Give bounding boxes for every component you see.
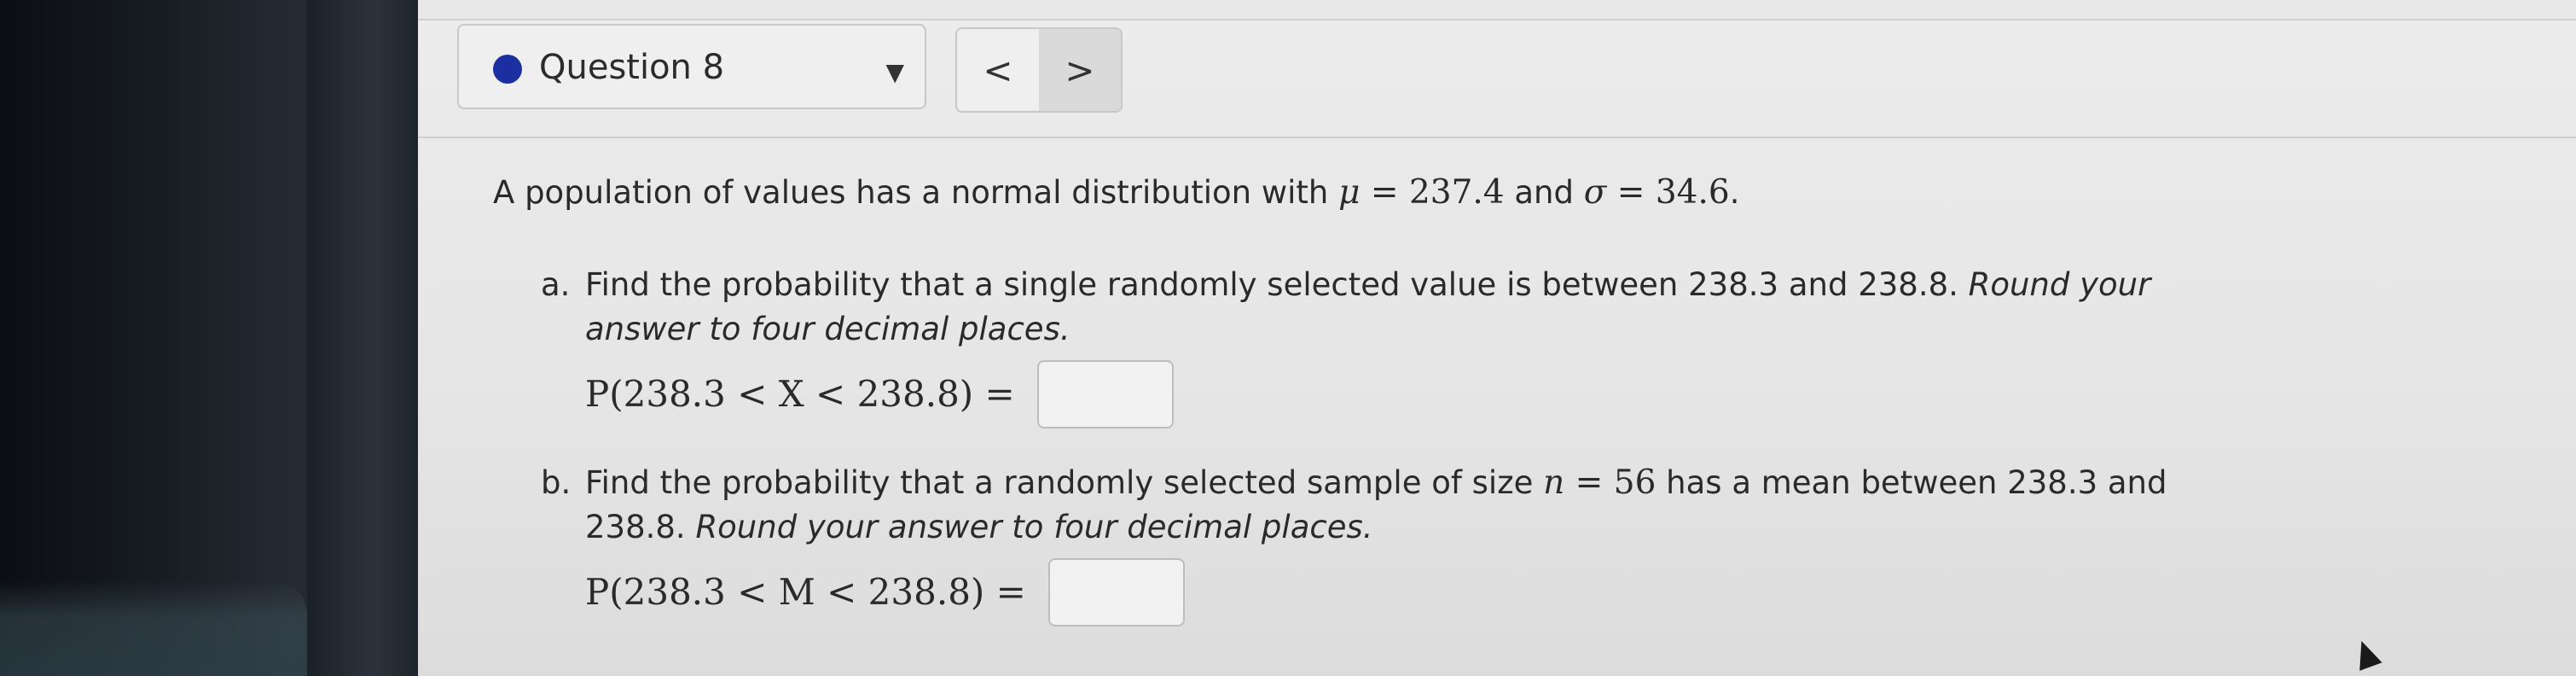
problem-intro: A population of values has a normal dist… (493, 171, 1739, 215)
chevron-down-icon: ▼ (885, 58, 904, 86)
intro-text: A population of values has a normal dist… (493, 174, 1339, 211)
mouse-pointer-icon (2350, 637, 2382, 671)
and-text: and (1504, 174, 1584, 211)
question-page: Question 8 ▼ < > A population of values … (418, 0, 2576, 676)
part-a-letter: a. (541, 266, 571, 303)
bezel-reflection (0, 580, 307, 676)
part-b-letter: b. (541, 464, 571, 501)
mu-expression: μ = 237.4 (1338, 173, 1504, 212)
sigma-value: = 34.6 (1606, 173, 1730, 212)
sigma-symbol: σ (1583, 173, 1607, 212)
part-a-body: Find the probability that a single rando… (585, 263, 2206, 428)
chevron-left-icon: < (983, 49, 1013, 91)
status-dot-icon (493, 55, 522, 84)
part-b-answer-input[interactable] (1047, 558, 1185, 626)
part-b-instruction: Round your answer to four decimal places… (695, 509, 1373, 545)
part-b-body: Find the probability that a randomly sel… (585, 461, 2206, 626)
photo-frame: Question 8 ▼ < > A population of values … (0, 0, 2576, 676)
monitor-bezel-edge (307, 0, 418, 676)
n-value: = 56 (1564, 463, 1656, 502)
part-a-answer-input[interactable] (1036, 360, 1174, 428)
header-divider (418, 137, 2576, 138)
part-b-equation-line: P(238.3 < M < 238.8) = (585, 558, 1185, 626)
part-a-text: Find the probability that a single rando… (585, 266, 1969, 303)
previous-question-button[interactable]: < (957, 29, 1039, 111)
part-a-equation: P(238.3 < X < 238.8) = (585, 373, 1015, 415)
part-a-equation-line: P(238.3 < X < 238.8) = (585, 360, 1174, 428)
part-a-prompt: Find the probability that a single rando… (585, 263, 2206, 352)
question-selector-dropdown[interactable]: Question 8 ▼ (457, 24, 926, 109)
part-b-prompt: Find the probability that a randomly sel… (585, 461, 2206, 550)
mu-symbol: μ (1338, 173, 1361, 212)
sigma-expression: σ = 34.6 (1584, 173, 1730, 212)
question-navigation: < > (955, 27, 1123, 113)
n-symbol: n (1543, 463, 1565, 502)
part-b-text-start: Find the probability that a randomly sel… (585, 464, 1544, 501)
n-expression: n = 56 (1543, 463, 1656, 502)
intro-period: . (1729, 174, 1740, 211)
part-b-equation: P(238.3 < M < 238.8) = (585, 571, 1026, 613)
question-label: Question 8 (539, 48, 725, 87)
chevron-right-icon: > (1065, 49, 1095, 91)
next-question-button[interactable]: > (1039, 29, 1121, 111)
mu-value: = 237.4 (1360, 173, 1505, 212)
top-toolbar-edge (418, 0, 2576, 20)
